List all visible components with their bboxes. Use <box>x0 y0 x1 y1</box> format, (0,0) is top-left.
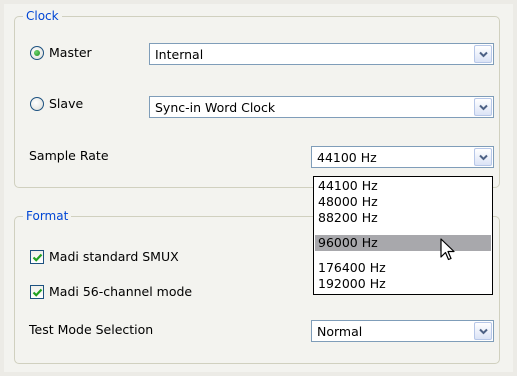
sample-rate-option[interactable]: 192000 Hz <box>315 276 491 292</box>
clock-group-title: Clock <box>23 9 62 23</box>
slave-radio[interactable] <box>30 97 44 111</box>
chevron-down-icon <box>479 328 488 335</box>
mouse-pointer-icon <box>440 238 455 261</box>
master-radio[interactable] <box>30 46 44 60</box>
chevron-down-icon <box>479 104 488 111</box>
test-mode-label: Test Mode Selection <box>29 322 154 337</box>
radio-selected-dot <box>34 50 40 56</box>
slave-source-value: Sync-in Word Clock <box>155 100 276 115</box>
checkmark-icon <box>32 253 43 262</box>
slave-label[interactable]: Slave <box>49 96 83 112</box>
sample-rate-option-highlighted[interactable]: 96000 Hz <box>315 235 491 251</box>
sample-rate-option[interactable]: 44100 Hz <box>315 178 491 194</box>
chevron-down-icon <box>479 154 488 161</box>
smux-label[interactable]: Madi standard SMUX <box>49 249 179 265</box>
checkmark-icon <box>32 288 43 297</box>
ch56-checkbox[interactable] <box>30 285 44 299</box>
chevron-down-icon <box>479 51 488 58</box>
sample-rate-value: 44100 Hz <box>317 150 377 165</box>
smux-checkbox[interactable] <box>30 250 44 264</box>
sample-rate-label: Sample Rate <box>29 148 109 163</box>
ch56-label[interactable]: Madi 56-channel mode <box>49 284 192 300</box>
sample-rate-option[interactable]: 88200 Hz <box>315 210 491 226</box>
test-mode-select[interactable]: Normal <box>311 320 494 342</box>
master-source-dropdown-button[interactable] <box>474 45 492 63</box>
master-source-select[interactable]: Internal <box>149 43 494 65</box>
sample-rate-option[interactable]: 48000 Hz <box>315 194 491 210</box>
test-mode-value: Normal <box>317 324 363 339</box>
format-group-title: Format <box>23 209 72 223</box>
test-mode-dropdown-button[interactable] <box>474 322 492 340</box>
sample-rate-select[interactable]: 44100 Hz <box>311 146 494 168</box>
slave-source-dropdown-button[interactable] <box>474 98 492 116</box>
sample-rate-dropdown-button[interactable] <box>474 148 492 166</box>
slave-source-select[interactable]: Sync-in Word Clock <box>149 96 494 118</box>
sample-rate-option[interactable]: 176400 Hz <box>315 260 491 276</box>
master-source-value: Internal <box>155 47 204 62</box>
master-label[interactable]: Master <box>49 45 92 61</box>
sample-rate-dropdown-list: 44100 Hz 48000 Hz 88200 Hz 96000 Hz 1764… <box>313 176 493 295</box>
